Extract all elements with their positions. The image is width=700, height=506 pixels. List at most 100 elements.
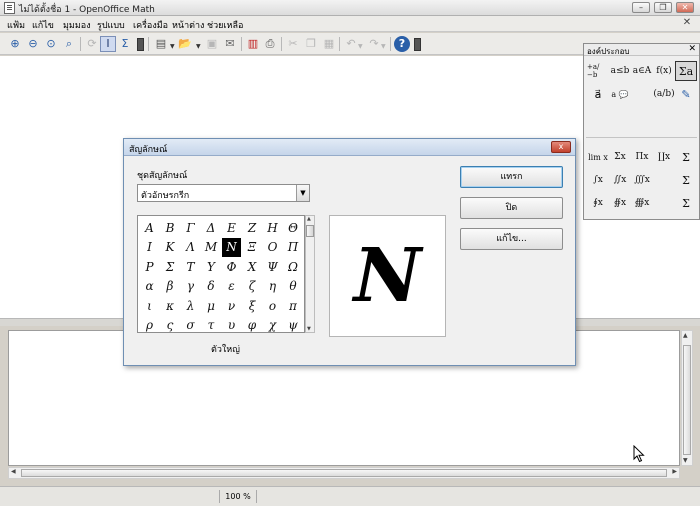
- symbol-cell[interactable]: ι: [140, 296, 159, 315]
- symbol-cell[interactable]: Σ: [161, 257, 180, 276]
- symbol-cell[interactable]: σ: [181, 316, 200, 335]
- relations-icon[interactable]: a≤b: [609, 61, 631, 81]
- brackets-icon[interactable]: (a/b): [653, 84, 675, 104]
- symbol-cell[interactable]: Θ: [284, 218, 303, 237]
- symbol-cell[interactable]: Ξ: [243, 238, 262, 257]
- symbol-cell[interactable]: Κ: [161, 238, 180, 257]
- open-icon[interactable]: 📂: [177, 36, 193, 52]
- paste-icon[interactable]: ▦: [321, 36, 337, 52]
- send-mail-icon[interactable]: ✉: [222, 36, 238, 52]
- functions-icon[interactable]: f(x): [653, 61, 675, 81]
- save-icon[interactable]: ▣: [204, 36, 220, 52]
- symbol-cell[interactable]: ς: [161, 316, 180, 335]
- minimize-button[interactable]: –: [632, 2, 650, 13]
- scroll-down-icon[interactable]: ▼: [307, 326, 311, 332]
- symbol-cell[interactable]: ζ: [243, 277, 262, 296]
- sum-upper-lower-icon[interactable]: Σ: [675, 147, 697, 167]
- cut-icon[interactable]: ✂: [285, 36, 301, 52]
- horizontal-scroll-thumb[interactable]: [21, 469, 667, 477]
- symbol-cell[interactable]: Φ: [222, 257, 241, 276]
- export-pdf-icon[interactable]: ▥: [245, 36, 261, 52]
- undo-dropdown-icon[interactable]: ▼: [358, 43, 363, 50]
- symbol-cell[interactable]: Ρ: [140, 257, 159, 276]
- edit-button[interactable]: แก้ไข...: [460, 228, 563, 250]
- menu-edit[interactable]: แก้ไข: [32, 18, 54, 32]
- menu-window[interactable]: หน้าต่าง: [172, 18, 204, 32]
- symbol-cell[interactable]: γ: [181, 277, 200, 296]
- vertical-scrollbar[interactable]: ▲ ▼: [681, 330, 693, 466]
- unary-binary-operators-icon[interactable]: +a/−b: [587, 61, 609, 81]
- update-icon[interactable]: ⟳: [84, 36, 100, 52]
- menu-view[interactable]: มุมมอง: [63, 18, 91, 32]
- triple-curve-integral-icon[interactable]: ∰x: [631, 193, 653, 213]
- symbol-cell[interactable]: Ν: [222, 237, 241, 257]
- product-icon[interactable]: Πx: [631, 147, 653, 167]
- print-icon[interactable]: ⎙: [262, 36, 278, 52]
- restore-button[interactable]: ❐: [654, 2, 672, 13]
- close-window-button[interactable]: ✕: [676, 2, 694, 13]
- sum-icon[interactable]: Σx: [609, 147, 631, 167]
- redo-dropdown-icon[interactable]: ▼: [381, 43, 386, 50]
- close-document-icon[interactable]: ✕: [680, 17, 694, 30]
- symbol-cell[interactable]: Ω: [284, 257, 303, 276]
- scroll-down-icon[interactable]: ▼: [683, 457, 688, 464]
- symbol-cell[interactable]: ν: [222, 296, 241, 315]
- symbol-cell[interactable]: Ζ: [243, 218, 262, 237]
- toolbar-overflow-handle[interactable]: [137, 38, 144, 51]
- toolbar-overflow-handle[interactable]: [414, 38, 421, 51]
- menu-file[interactable]: แฟ้ม: [7, 18, 25, 32]
- symbol-cell[interactable]: Δ: [202, 218, 221, 237]
- help-icon[interactable]: ?: [394, 36, 410, 52]
- integral-icon[interactable]: ∫x: [587, 170, 609, 190]
- formula-cursor-icon[interactable]: I: [100, 36, 116, 52]
- symbol-cell[interactable]: Ι: [140, 238, 159, 257]
- copy-icon[interactable]: ❐: [303, 36, 319, 52]
- symbol-cell[interactable]: Ε: [222, 218, 241, 237]
- close-icon[interactable]: ✕: [688, 44, 696, 54]
- symbol-cell[interactable]: ρ: [140, 316, 159, 335]
- close-button[interactable]: ปิด: [460, 197, 563, 219]
- horizontal-scrollbar[interactable]: ◀ ▶: [8, 467, 680, 479]
- symbol-cell[interactable]: Χ: [243, 257, 262, 276]
- symbol-grid-scrollbar[interactable]: ▲ ▼: [305, 215, 315, 333]
- formats-icon[interactable]: ✎: [675, 84, 697, 104]
- symbol-cell[interactable]: Η: [263, 218, 282, 237]
- set-operations-icon[interactable]: a∈A: [631, 61, 653, 81]
- symbol-cell[interactable]: κ: [161, 296, 180, 315]
- symbol-cell[interactable]: Λ: [181, 238, 200, 257]
- insert-button[interactable]: แทรก: [460, 166, 563, 188]
- symbol-cell[interactable]: ξ: [243, 296, 262, 315]
- others-icon[interactable]: a 💬: [609, 84, 631, 104]
- symbol-cell[interactable]: μ: [202, 296, 221, 315]
- symbol-cell[interactable]: υ: [222, 316, 241, 335]
- symbol-cell[interactable]: χ: [263, 316, 282, 335]
- symbol-cell[interactable]: ε: [222, 277, 241, 296]
- symbol-cell[interactable]: η: [263, 277, 282, 296]
- dialog-close-button[interactable]: x: [551, 141, 571, 153]
- symbol-cell[interactable]: τ: [202, 316, 221, 335]
- symbol-cell[interactable]: Γ: [181, 218, 200, 237]
- symbol-cell[interactable]: ο: [263, 296, 282, 315]
- limes-icon[interactable]: lim x: [587, 147, 609, 167]
- symbol-cell[interactable]: Ο: [263, 238, 282, 257]
- zoom-100-icon[interactable]: ⊙: [43, 36, 59, 52]
- symbol-set-select[interactable]: ตัวอักษรกรีก ▼: [137, 184, 310, 202]
- menu-format[interactable]: รูปแบบ: [97, 18, 125, 32]
- symbol-cell[interactable]: Α: [140, 218, 159, 237]
- sum-lower-icon[interactable]: Σ: [675, 170, 697, 190]
- symbol-cell[interactable]: θ: [284, 277, 303, 296]
- symbol-cell[interactable]: Μ: [202, 238, 221, 257]
- symbol-cell[interactable]: Β: [161, 218, 180, 237]
- undo-icon[interactable]: ↶: [343, 36, 359, 52]
- coproduct-icon[interactable]: ∐x: [653, 147, 675, 167]
- double-curve-integral-icon[interactable]: ∯x: [609, 193, 631, 213]
- symbol-cell[interactable]: ψ: [284, 316, 303, 335]
- symbol-cell[interactable]: δ: [202, 277, 221, 296]
- double-integral-icon[interactable]: ∬x: [609, 170, 631, 190]
- curve-integral-icon[interactable]: ∮x: [587, 193, 609, 213]
- symbol-cell[interactable]: Π: [284, 238, 303, 257]
- attributes-icon[interactable]: a⃗: [587, 84, 609, 104]
- zoom-level[interactable]: 100 %: [219, 490, 257, 503]
- show-all-icon[interactable]: ⌕: [61, 36, 77, 52]
- symbol-grid-scroll-thumb[interactable]: [306, 225, 314, 237]
